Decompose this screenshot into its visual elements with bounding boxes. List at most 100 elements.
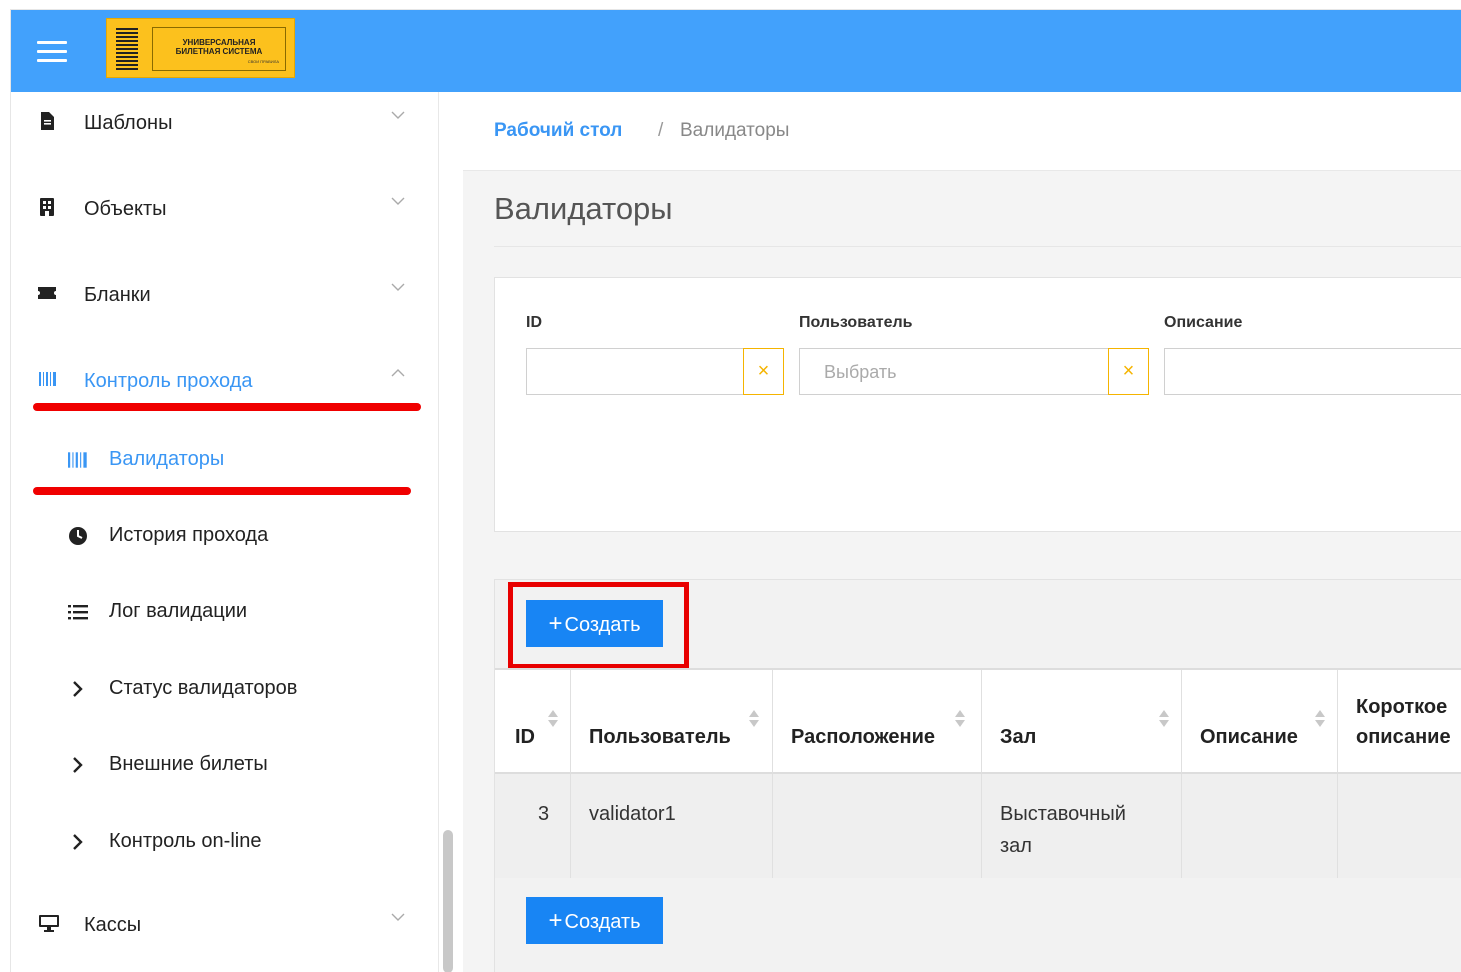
logo-barcode-icon xyxy=(116,28,138,70)
sidebar-item-access-control[interactable]: Контроль прохода xyxy=(11,360,439,400)
column-header-label-line2: описание xyxy=(1356,726,1451,748)
sidebar-subitem-label: Статус валидаторов xyxy=(109,677,298,699)
create-button-bottom[interactable]: + Создать xyxy=(526,897,663,944)
top-header: УНИВЕРСАЛЬНАЯ БИЛЕТНАЯ СИСТЕМА СВОИ ПРАВ… xyxy=(11,10,1461,92)
highlight-underline xyxy=(33,487,411,495)
sidebar-item-blanks[interactable]: Бланки xyxy=(11,274,439,314)
cell-hall: Выставочный зал xyxy=(1000,798,1126,862)
chevron-down-icon[interactable] xyxy=(391,194,405,208)
sidebar-item-objects[interactable]: Объекты xyxy=(11,188,439,228)
plus-icon: + xyxy=(548,907,563,934)
title-divider xyxy=(494,246,1461,247)
table-cell-description xyxy=(1182,774,1338,878)
sort-icon[interactable] xyxy=(548,710,558,730)
clock-icon xyxy=(69,527,87,545)
sidebar-item-label: Контроль прохода xyxy=(84,370,253,392)
table-cell-short-description xyxy=(1338,774,1461,878)
table-cell-location xyxy=(773,774,982,878)
chevron-right-icon xyxy=(73,681,83,697)
breadcrumb: Рабочий стол / Валидаторы xyxy=(463,92,1461,171)
sidebar-subitem-pass-history[interactable]: История прохода xyxy=(11,516,439,556)
chevron-up-icon[interactable] xyxy=(391,366,405,380)
breadcrumb-current: Валидаторы xyxy=(680,120,790,141)
sidebar-item-label: Бланки xyxy=(84,284,151,306)
sort-icon[interactable] xyxy=(749,710,759,730)
column-header-location[interactable]: Расположение xyxy=(773,670,982,774)
filter-id-label: ID xyxy=(526,314,542,331)
create-button-label: Создать xyxy=(564,911,641,933)
column-header-description[interactable]: Описание xyxy=(1182,670,1338,774)
sidebar-item-cashiers[interactable]: Кассы xyxy=(11,904,439,944)
filter-id-input[interactable] xyxy=(526,348,744,395)
chevron-down-icon[interactable] xyxy=(391,108,405,122)
sidebar-subitem-label: Лог валидации xyxy=(109,600,248,622)
app-window: УНИВЕРСАЛЬНАЯ БИЛЕТНАЯ СИСТЕМА СВОИ ПРАВ… xyxy=(10,9,1461,972)
sidebar-item-templates[interactable]: Шаблоны xyxy=(11,102,439,142)
column-header-label-line1: Короткое xyxy=(1356,696,1448,718)
filter-user-label: Пользователь xyxy=(799,314,913,331)
chevron-down-icon[interactable] xyxy=(391,910,405,924)
filter-user-placeholder: Выбрать xyxy=(824,362,897,382)
sidebar-subitem-label: Валидаторы xyxy=(109,448,225,470)
sidebar-subitem-online-control[interactable]: Контроль on-line xyxy=(11,822,439,862)
cell-user: validator1 xyxy=(589,803,676,825)
breadcrumb-home-link[interactable]: Рабочий стол xyxy=(494,120,622,142)
logo[interactable]: УНИВЕРСАЛЬНАЯ БИЛЕТНАЯ СИСТЕМА СВОИ ПРАВ… xyxy=(106,18,295,78)
sidebar: Шаблоны Объекты Бланки Контроль прохода … xyxy=(11,92,439,972)
plus-icon: + xyxy=(548,610,563,637)
sort-icon[interactable] xyxy=(1159,710,1169,730)
column-header-label: Зал xyxy=(1000,726,1037,748)
menu-icon[interactable] xyxy=(37,41,67,63)
filter-user-select[interactable]: Выбрать xyxy=(799,348,1109,395)
table-cell-hall: Выставочный зал xyxy=(982,774,1182,878)
column-header-label: ID xyxy=(515,726,535,748)
sidebar-subitem-label: Внешние билеты xyxy=(109,753,268,775)
sidebar-subitem-validator-status[interactable]: Статус валидаторов xyxy=(11,669,439,709)
create-button-label: Создать xyxy=(564,614,641,636)
column-header-label: Расположение xyxy=(791,726,936,748)
sidebar-subitem-label: История прохода xyxy=(109,524,269,546)
sidebar-subitem-external-tickets[interactable]: Внешние билеты xyxy=(11,745,439,785)
page-title: Валидаторы xyxy=(494,191,673,226)
sort-icon[interactable] xyxy=(1315,710,1325,730)
barcode-icon xyxy=(68,452,87,468)
table-cell-id: 3 xyxy=(495,774,571,878)
filter-description-label: Описание xyxy=(1164,314,1243,331)
barcode-icon xyxy=(39,372,56,386)
highlight-underline xyxy=(33,403,421,411)
logo-text-box: УНИВЕРСАЛЬНАЯ БИЛЕТНАЯ СИСТЕМА СВОИ ПРАВ… xyxy=(152,27,286,71)
document-icon xyxy=(41,112,54,130)
column-header-label: Пользователь xyxy=(589,726,731,748)
sidebar-subitem-validation-log[interactable]: Лог валидации xyxy=(11,592,439,632)
create-button-top[interactable]: + Создать xyxy=(526,600,663,647)
logo-line2: БИЛЕТНАЯ СИСТЕМА xyxy=(175,47,263,56)
filter-panel: ID × Пользователь Выбрать × Описание xyxy=(494,277,1461,532)
validators-table-panel: + Создать ID Пользователь Расположение За xyxy=(494,579,1461,972)
cell-hall-line1: Выставочный xyxy=(1000,803,1126,825)
logo-line3: СВОИ ПРАВИЛА xyxy=(247,59,279,64)
monitor-icon xyxy=(39,915,59,932)
filter-id-clear-button[interactable]: × xyxy=(743,348,784,395)
sidebar-item-label: Шаблоны xyxy=(84,112,173,134)
logo-line1: УНИВЕРСАЛЬНАЯ xyxy=(182,38,256,47)
column-header-hall[interactable]: Зал xyxy=(982,670,1182,774)
sidebar-subitem-validators[interactable]: Валидаторы xyxy=(11,440,439,480)
sort-icon[interactable] xyxy=(955,710,965,730)
building-icon xyxy=(40,198,54,216)
sidebar-subitem-label: Контроль on-line xyxy=(109,830,262,852)
chevron-down-icon[interactable] xyxy=(391,280,405,294)
column-header-label: Короткое описание xyxy=(1356,692,1451,752)
filter-description-input[interactable] xyxy=(1164,348,1461,395)
sidebar-item-label: Кассы xyxy=(84,914,142,936)
filter-user-clear-button[interactable]: × xyxy=(1108,348,1149,395)
list-icon xyxy=(68,605,88,620)
column-header-user[interactable]: Пользователь xyxy=(571,670,773,774)
cell-id: 3 xyxy=(538,803,550,825)
column-header-short-description[interactable]: Короткое описание xyxy=(1338,670,1461,774)
cell-hall-line2: зал xyxy=(1000,835,1032,857)
sidebar-item-label: Объекты xyxy=(84,198,167,220)
column-header-id[interactable]: ID xyxy=(495,670,571,774)
validators-table: ID Пользователь Расположение Зал Описани… xyxy=(495,668,1461,878)
column-header-label: Описание xyxy=(1200,726,1298,748)
sidebar-scrollbar[interactable] xyxy=(443,830,453,972)
